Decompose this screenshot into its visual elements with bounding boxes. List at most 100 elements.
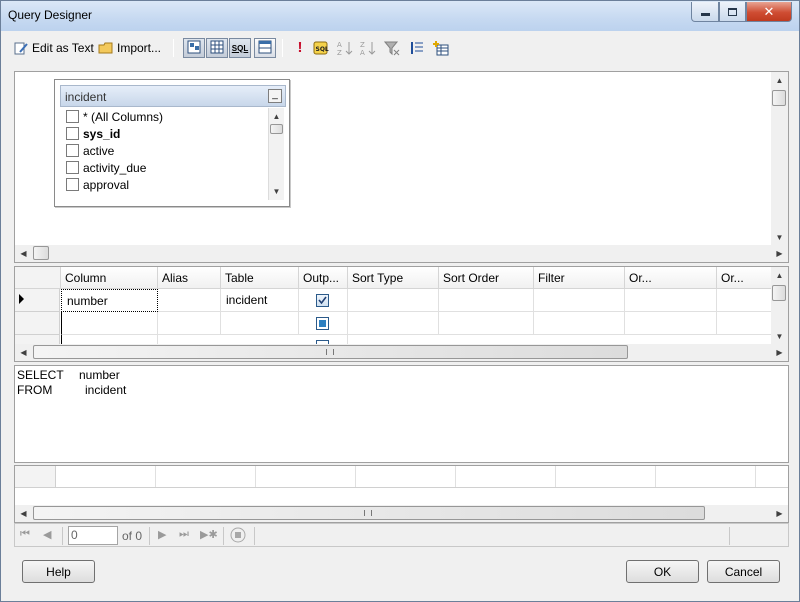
results-pane[interactable]: ◀ ▶	[14, 465, 789, 523]
column-checkbox[interactable]	[66, 110, 79, 123]
grid-cell-output[interactable]	[299, 312, 348, 335]
grid-cell-or-1[interactable]	[625, 312, 717, 335]
close-button[interactable]: ✕	[746, 2, 792, 22]
grid-cell-sort-order[interactable]	[439, 289, 534, 312]
results-horizontal-scrollbar[interactable]: ◀ ▶	[15, 505, 788, 522]
scroll-left-arrow-icon[interactable]: ◀	[15, 505, 32, 522]
show-sql-pane-button[interactable]: SQL	[229, 38, 251, 58]
scroll-down-arrow-icon[interactable]: ▼	[269, 183, 284, 200]
scroll-up-arrow-icon[interactable]: ▲	[771, 72, 788, 89]
run-button[interactable]: !	[292, 37, 308, 59]
list-item[interactable]: * (All Columns)	[60, 108, 268, 125]
column-checkbox[interactable]	[66, 161, 79, 174]
maximize-button[interactable]	[719, 2, 746, 22]
grid-cell-output[interactable]	[299, 289, 348, 312]
column-checkbox[interactable]	[66, 144, 79, 157]
record-number-input[interactable]: 0	[68, 526, 118, 545]
grid-cell-filter[interactable]	[534, 289, 625, 312]
grid-header-sort-order[interactable]: Sort Order	[439, 267, 534, 289]
scroll-up-arrow-icon[interactable]: ▲	[771, 267, 788, 284]
grid-cell-column[interactable]: number	[61, 289, 158, 312]
scroll-thumb[interactable]	[33, 345, 628, 359]
grid-header-output[interactable]: Outp...	[299, 267, 348, 289]
ok-button[interactable]: OK	[626, 560, 699, 583]
grid-cell-alias[interactable]	[158, 312, 221, 335]
grid-header-column[interactable]: Column	[61, 267, 158, 289]
table-minimize-button[interactable]: _	[268, 89, 282, 103]
show-diagram-pane-button[interactable]	[183, 38, 205, 58]
grid-horizontal-scrollbar[interactable]: ◀ ▶	[15, 344, 788, 361]
grid-cell-column[interactable]	[61, 312, 158, 335]
scroll-thumb[interactable]	[33, 506, 705, 520]
grid-cell-sort-type[interactable]	[348, 289, 439, 312]
first-record-icon[interactable]: ⏮	[20, 528, 30, 541]
previous-record-icon[interactable]: ◀	[43, 528, 51, 541]
scroll-thumb[interactable]	[33, 246, 49, 260]
grid-cell-alias[interactable]	[158, 289, 221, 312]
thumb-grip-icon	[364, 510, 372, 516]
grid-header-sort-type[interactable]: Sort Type	[348, 267, 439, 289]
row-header[interactable]	[15, 312, 60, 335]
grid-cell-table[interactable]: incident	[221, 289, 299, 312]
minimize-button[interactable]	[691, 2, 719, 22]
show-grid-pane-button[interactable]	[206, 38, 228, 58]
diagram-horizontal-scrollbar[interactable]: ◀ ▶	[15, 245, 788, 262]
sql-pane[interactable]: SELECT number FROM incident	[14, 365, 789, 463]
record-count-label: of 0	[122, 529, 143, 543]
diagram-vertical-scrollbar[interactable]: ▲ ▼	[771, 72, 788, 246]
stop-icon[interactable]	[230, 527, 246, 546]
grid-cell-or-2[interactable]	[717, 289, 772, 312]
grid-cell-or-1[interactable]	[625, 289, 717, 312]
grid-cell-sort-type[interactable]	[348, 312, 439, 335]
list-item[interactable]: sys_id	[60, 125, 268, 142]
import-button[interactable]: Import...	[98, 37, 161, 59]
grid-header-table[interactable]: Table	[221, 267, 299, 289]
verify-sql-button[interactable]: SQL	[313, 37, 329, 59]
grid-header-alias[interactable]: Alias	[158, 267, 221, 289]
help-button[interactable]: Help	[22, 560, 95, 583]
row-header[interactable]	[15, 289, 60, 312]
new-record-icon[interactable]: ▶✱	[200, 528, 218, 541]
scroll-thumb[interactable]	[772, 90, 786, 106]
grid-vertical-scrollbar[interactable]: ▲ ▼	[771, 267, 788, 345]
scroll-thumb[interactable]	[772, 285, 786, 301]
next-record-icon[interactable]: ▶	[158, 528, 166, 541]
diagram-pane[interactable]: incident _ * (All Columns) sys_id active	[14, 71, 789, 263]
scroll-left-arrow-icon[interactable]: ◀	[15, 245, 32, 262]
scroll-down-arrow-icon[interactable]: ▼	[771, 328, 788, 345]
add-table-button[interactable]	[433, 37, 449, 59]
grid-cell-or-2[interactable]	[717, 312, 772, 335]
last-record-icon[interactable]: ⏭	[179, 528, 189, 541]
scroll-thumb[interactable]	[270, 124, 283, 134]
show-results-pane-button[interactable]	[254, 38, 276, 58]
column-checkbox[interactable]	[66, 127, 79, 140]
cancel-button[interactable]: Cancel	[707, 560, 780, 583]
table-box-incident[interactable]: incident _ * (All Columns) sys_id active	[54, 79, 290, 207]
navigator-separator	[149, 527, 150, 545]
scroll-up-arrow-icon[interactable]: ▲	[269, 108, 284, 125]
column-label: activity_due	[83, 160, 147, 175]
title-bar[interactable]: Query Designer ✕	[1, 1, 799, 31]
column-list-scrollbar[interactable]: ▲ ▼	[268, 108, 284, 200]
scroll-right-arrow-icon[interactable]: ▶	[771, 245, 788, 262]
list-item[interactable]: activity_due	[60, 159, 268, 176]
group-by-button[interactable]	[409, 37, 425, 59]
table-box-header[interactable]: incident _	[60, 85, 286, 107]
column-checkbox[interactable]	[66, 178, 79, 191]
grid-header-or-1[interactable]: Or...	[625, 267, 717, 289]
scroll-down-arrow-icon[interactable]: ▼	[771, 229, 788, 246]
edit-as-text-button[interactable]: Edit as Text	[13, 37, 94, 59]
criteria-grid-pane[interactable]: Column Alias Table Outp... Sort Type Sor…	[14, 266, 789, 362]
grid-header-filter[interactable]: Filter	[534, 267, 625, 289]
grid-cell-sort-order[interactable]	[439, 312, 534, 335]
scroll-right-arrow-icon[interactable]: ▶	[771, 344, 788, 361]
list-item[interactable]: approval	[60, 176, 268, 193]
scroll-left-arrow-icon[interactable]: ◀	[15, 344, 32, 361]
grid-cell-filter[interactable]	[534, 312, 625, 335]
grid-cell-table[interactable]	[221, 312, 299, 335]
scroll-right-arrow-icon[interactable]: ▶	[771, 505, 788, 522]
list-item[interactable]: active	[60, 142, 268, 159]
grid-header-or-2[interactable]: Or...	[717, 267, 772, 289]
output-checkbox[interactable]	[316, 294, 329, 307]
output-checkbox[interactable]	[316, 317, 329, 330]
